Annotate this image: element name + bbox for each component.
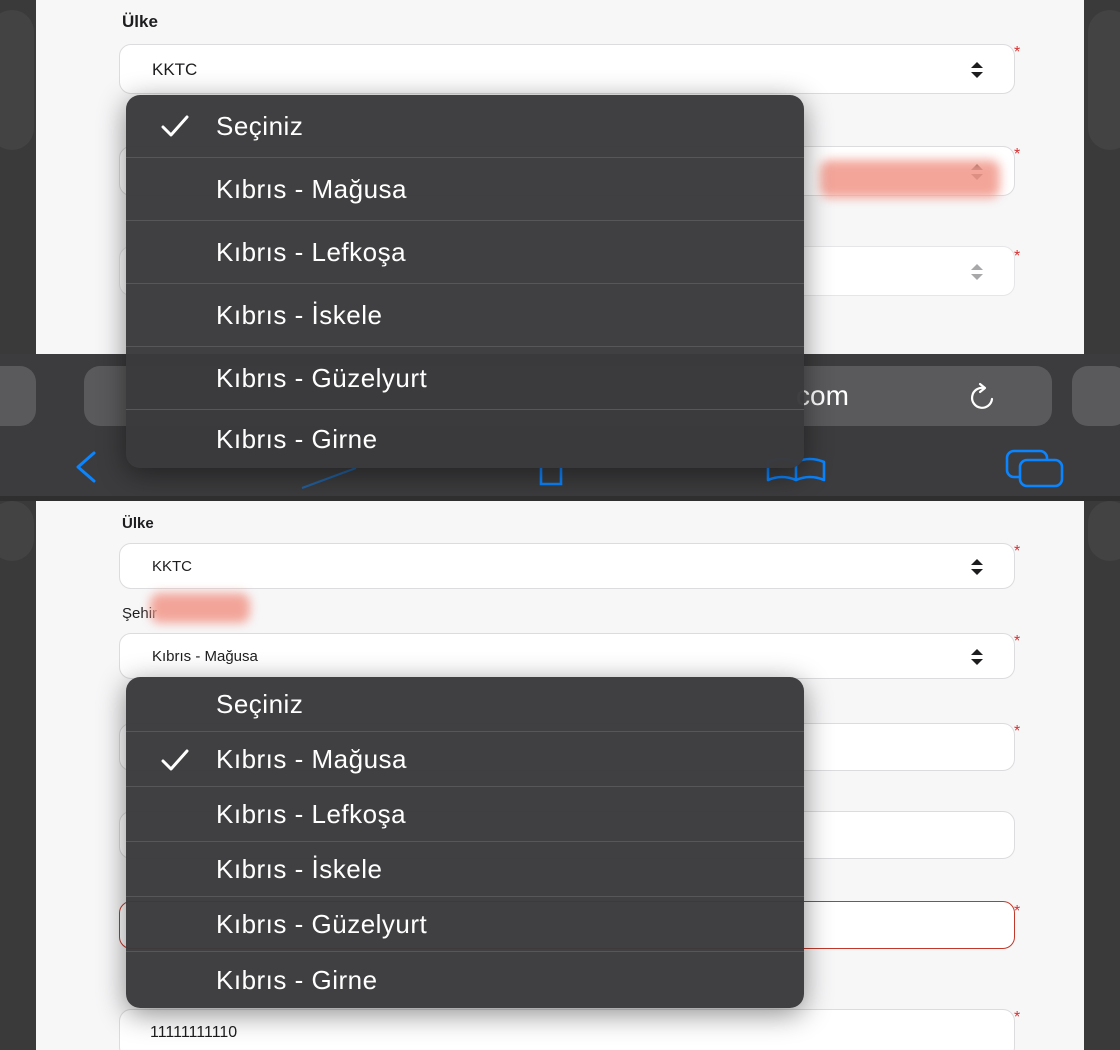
dropdown-option-seciniz[interactable]: Seçiniz xyxy=(126,677,804,732)
dropdown-option-lefkosa[interactable]: Kıbrıs - Lefkoşa xyxy=(126,787,804,842)
background-blur xyxy=(0,501,34,561)
tabs-icon[interactable] xyxy=(1004,448,1066,493)
up-down-arrows-icon xyxy=(970,647,984,667)
dropdown-option-iskele[interactable]: Kıbrıs - İskele xyxy=(126,284,804,347)
screenshot-panel-bottom: Ülke KKTC * Şehir Kıbrıs - Mağusa * * * … xyxy=(0,501,1120,1050)
background-blur xyxy=(1088,10,1120,150)
screenshot-panel-top: Ülke KKTC * * * com Seçiniz Kıbrıs - Mağ… xyxy=(0,0,1120,496)
dropdown-option-magusa[interactable]: Kıbrıs - Mağusa xyxy=(126,158,804,221)
required-mark: * xyxy=(1014,903,1021,920)
chevron-left-icon[interactable] xyxy=(72,450,100,489)
dropdown-option-girne[interactable]: Kıbrıs - Girne xyxy=(126,410,804,468)
dropdown-option-iskele[interactable]: Kıbrıs - İskele xyxy=(126,842,804,897)
share-icon[interactable] xyxy=(300,464,360,495)
city-select[interactable]: Kıbrıs - Mağusa xyxy=(119,633,1015,679)
dropdown-option-magusa[interactable]: Kıbrıs - Mağusa xyxy=(126,732,804,787)
required-mark: * xyxy=(1014,146,1021,163)
city-select-value: Kıbrıs - Mağusa xyxy=(152,648,258,665)
up-down-arrows-icon xyxy=(970,60,984,80)
check-icon xyxy=(160,113,190,146)
redaction xyxy=(820,160,1000,198)
required-mark: * xyxy=(1014,543,1021,560)
country-select-value: KKTC xyxy=(152,558,193,575)
dropdown-option-guzelyurt[interactable]: Kıbrıs - Güzelyurt xyxy=(126,897,804,952)
country-select-value: KKTC xyxy=(152,60,198,79)
country-label: Ülke xyxy=(122,515,154,532)
reload-icon[interactable] xyxy=(968,382,998,417)
country-select[interactable]: KKTC xyxy=(119,543,1015,589)
country-label: Ülke xyxy=(122,12,158,31)
check-icon xyxy=(160,747,190,780)
required-mark: * xyxy=(1014,248,1021,265)
background-blur xyxy=(0,10,34,150)
up-down-arrows-icon xyxy=(970,557,984,577)
tab-pill[interactable] xyxy=(1072,366,1120,426)
tab-pill[interactable] xyxy=(0,366,36,426)
background-blur xyxy=(1088,501,1120,561)
required-mark: * xyxy=(1014,1009,1021,1026)
required-mark: * xyxy=(1014,44,1021,61)
dropdown-option-guzelyurt[interactable]: Kıbrıs - Güzelyurt xyxy=(126,347,804,410)
phone-value: 11111111110 xyxy=(150,1024,238,1041)
up-down-arrows-icon xyxy=(970,262,984,282)
phone-input[interactable]: 11111111110 xyxy=(119,1009,1015,1050)
country-select[interactable]: KKTC xyxy=(119,44,1015,94)
required-mark: * xyxy=(1014,723,1021,740)
dropdown-option-seciniz[interactable]: Seçiniz xyxy=(126,95,804,158)
city-dropdown-menu: Seçiniz Kıbrıs - Mağusa Kıbrıs - Lefkoşa… xyxy=(126,677,804,1008)
redaction xyxy=(150,593,250,623)
dropdown-option-lefkosa[interactable]: Kıbrıs - Lefkoşa xyxy=(126,221,804,284)
dropdown-option-girne[interactable]: Kıbrıs - Girne xyxy=(126,952,804,1008)
city-dropdown-menu: Seçiniz Kıbrıs - Mağusa Kıbrıs - Lefkoşa… xyxy=(126,95,804,468)
required-mark: * xyxy=(1014,633,1021,650)
